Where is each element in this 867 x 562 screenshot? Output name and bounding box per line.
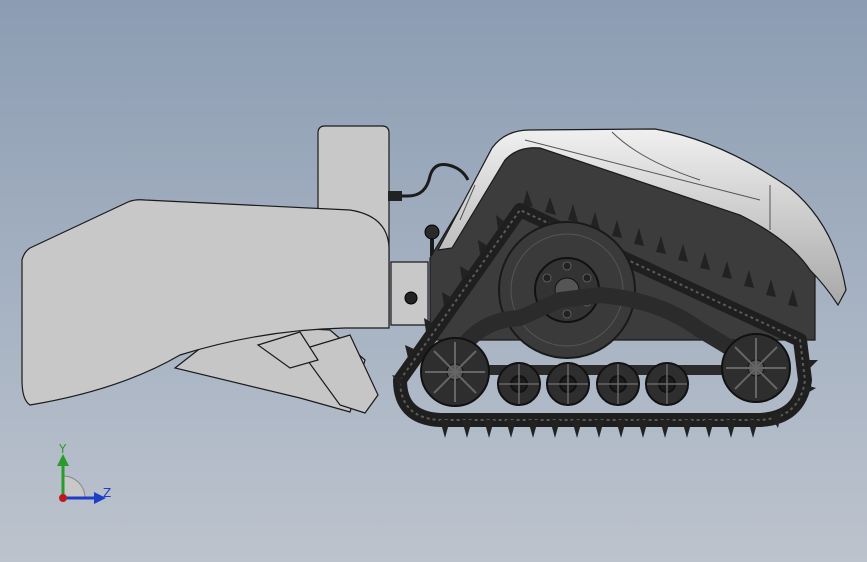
coordinate-triad[interactable]: Y Z: [40, 438, 130, 518]
road-wheel: [497, 362, 541, 406]
cad-viewport[interactable]: Y Z: [0, 0, 867, 562]
rear-idler-wheel: [721, 333, 791, 403]
front-idler-wheel: [420, 337, 490, 407]
road-wheel: [546, 362, 590, 406]
triad-plane: [62, 475, 86, 499]
hose-fitting: [388, 191, 402, 201]
road-wheel: [596, 362, 640, 406]
triad-origin: [59, 494, 67, 502]
z-axis-label: Z: [103, 486, 112, 500]
hydraulic-hose: [391, 163, 470, 198]
mount-bolt: [404, 291, 418, 305]
y-axis-label: Y: [59, 442, 67, 456]
machine-model[interactable]: [0, 0, 867, 562]
triad-axes: [57, 454, 106, 504]
road-wheel: [645, 362, 689, 406]
